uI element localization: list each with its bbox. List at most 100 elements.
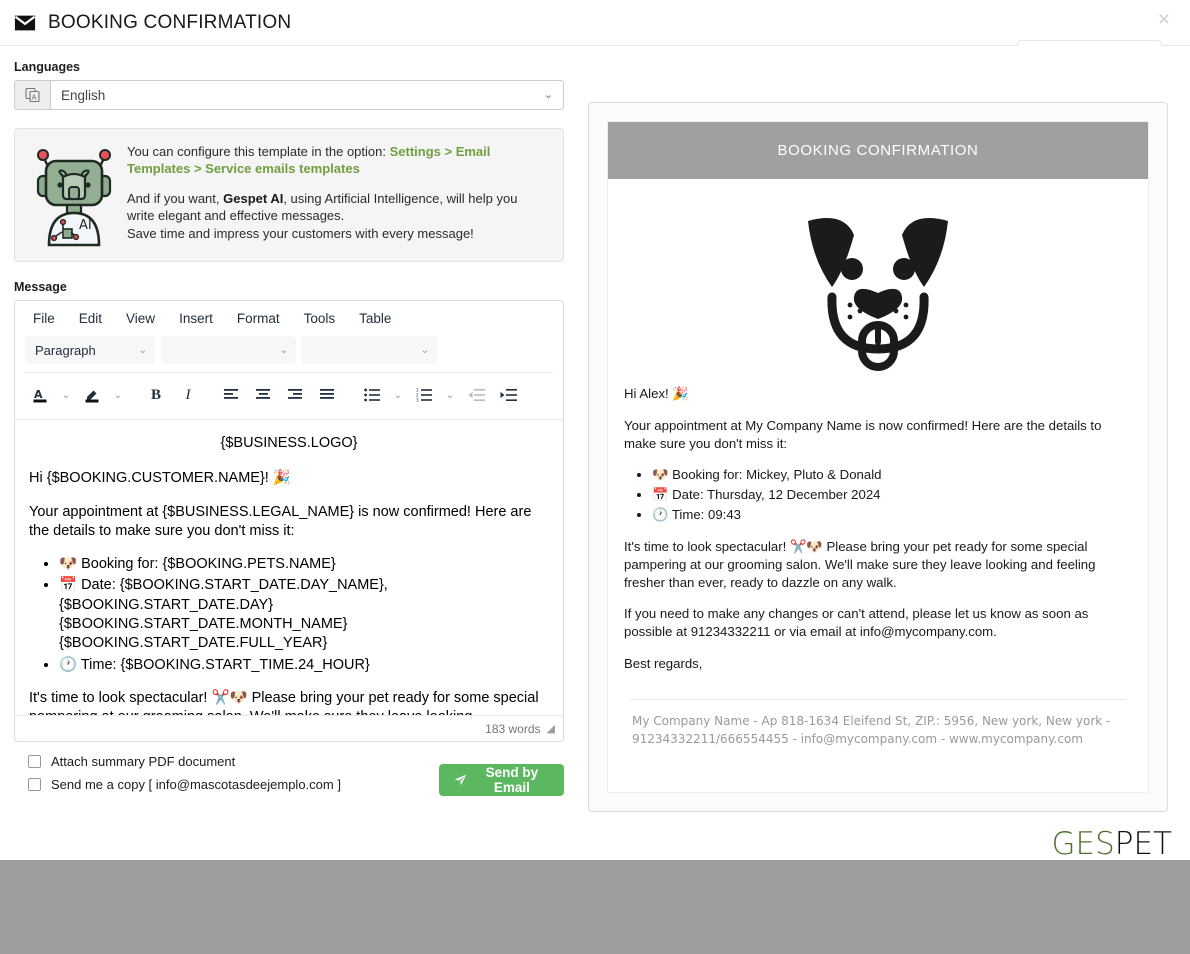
list-item: 📅 Date: {$BOOKING.START_DATE.DAY_NAME}, …: [59, 576, 549, 653]
message-label: Message: [14, 280, 67, 294]
info-ai-prefix: And if you want,: [127, 191, 224, 207]
translate-icon: A: [14, 80, 50, 110]
editor-logo-placeholder: {$BUSINESS.LOGO}: [220, 435, 358, 451]
preview-body: Hi Alex! 🎉 Your appointment at My Compan…: [608, 381, 1148, 749]
dog-face-logo-icon: [608, 179, 1148, 381]
highlight-color-icon[interactable]: [77, 381, 107, 409]
send-copy-label: Send me a copy [ info@mascotasdeejemplo.…: [51, 777, 341, 792]
info-savetime-line: Save time and impress your customers wit…: [127, 225, 474, 241]
preview-greeting: Hi Alex! 🎉: [624, 386, 689, 401]
info-config-prefix: You can configure this template in the o…: [127, 144, 390, 159]
svg-text:3: 3: [416, 397, 419, 402]
font-size-select[interactable]: ⌄: [302, 336, 437, 364]
list-item: 🐶 Booking for: Mickey, Pluto & Donald: [652, 466, 1132, 484]
modal-header: BOOKING CONFIRMATION ×: [0, 0, 1190, 46]
close-icon[interactable]: ×: [1152, 8, 1176, 31]
languages-label: Languages: [14, 60, 80, 74]
menu-tools[interactable]: Tools: [296, 309, 344, 328]
align-right-icon[interactable]: [281, 381, 311, 409]
editor-intro: Your appointment at {$BUSINESS.LEGAL_NAM…: [29, 503, 532, 539]
send-by-email-button[interactable]: Send by Email: [439, 764, 564, 796]
envelope-icon: [14, 15, 36, 30]
editor-paragraph: It's time to look spectacular! ✂️🐶 Pleas…: [29, 689, 539, 715]
attach-pdf-checkbox[interactable]: [28, 755, 41, 768]
preview-banner-title: BOOKING CONFIRMATION: [777, 142, 979, 159]
menu-file[interactable]: File: [25, 309, 63, 328]
form-column: Languages A English ⌄ AI You can configu…: [0, 46, 578, 812]
svg-text:A: A: [34, 388, 43, 401]
preview-footer: My Company Name - Ap 818-1634 Eleifend S…: [632, 713, 1111, 747]
highlight-color-chevron-icon[interactable]: ⌄: [109, 381, 127, 409]
rich-text-editor: File Edit View Insert Format Tools Table…: [14, 300, 564, 742]
editor-bullet-list: 🐶 Booking for: {$BOOKING.PETS.NAME} 📅 Da…: [29, 555, 549, 675]
gespet-logo-part2: PET: [1114, 826, 1172, 862]
language-select[interactable]: English ⌄: [50, 80, 564, 110]
menu-view[interactable]: View: [118, 309, 163, 328]
attach-pdf-label: Attach summary PDF document: [51, 754, 236, 769]
info-config-line: You can configure this template in the o…: [127, 143, 547, 177]
language-select-group[interactable]: A English ⌄: [14, 80, 564, 110]
chevron-down-icon: ⌄: [420, 344, 429, 356]
editor-greeting: Hi {$BOOKING.CUSTOMER.NAME}! 🎉: [29, 470, 291, 487]
preview-divider: [630, 698, 1126, 700]
ai-robot-icon: AI: [31, 143, 117, 247]
preview-paragraph-2: If you need to make any changes or can't…: [624, 606, 1089, 640]
email-preview-inner: BOOKING CONFIRMATION Hi Alex! 🎉 Your app…: [607, 121, 1149, 793]
align-justify-icon[interactable]: [313, 381, 343, 409]
paper-plane-icon: [454, 774, 467, 786]
preview-signoff: Best regards,: [624, 655, 703, 671]
svg-text:A: A: [31, 93, 36, 101]
info-ai-line: And if you want, Gespet AI, using Artifi…: [127, 190, 547, 241]
preview-paragraph-1: It's time to look spectacular! ✂️🐶 Pleas…: [624, 538, 1096, 590]
outdent-icon[interactable]: [461, 381, 491, 409]
italic-icon[interactable]: I: [173, 381, 203, 409]
editor-statusbar: 183 words ◢: [15, 715, 563, 741]
gespet-logo: GESPET: [1051, 826, 1172, 862]
align-left-icon[interactable]: [217, 381, 247, 409]
page-title: BOOKING CONFIRMATION: [48, 11, 292, 33]
editor-toolbar-selects: Paragraph ⌄ ⌄ ⌄: [15, 334, 563, 372]
preview-bullet-list: 🐶 Booking for: Mickey, Pluto & Donald 📅 …: [624, 466, 1132, 523]
editor-toolbar-buttons: A ⌄ ⌄ B I ⌄ 1 2 3 ⌄: [15, 373, 563, 419]
preview-banner: BOOKING CONFIRMATION: [608, 122, 1148, 179]
chevron-down-icon: ⌄: [279, 344, 288, 356]
font-family-select[interactable]: ⌄: [161, 336, 296, 364]
ai-info-card: AI You can configure this template in th…: [14, 128, 564, 262]
indent-icon[interactable]: [493, 381, 523, 409]
word-count: 183 words: [485, 721, 541, 736]
text-color-chevron-icon[interactable]: ⌄: [57, 381, 75, 409]
language-selected-value: English: [61, 87, 106, 103]
ai-info-text: You can configure this template in the o…: [117, 143, 547, 247]
block-format-value: Paragraph: [35, 342, 96, 358]
menu-table[interactable]: Table: [351, 309, 399, 328]
bullet-list-chevron-icon[interactable]: ⌄: [389, 381, 407, 409]
block-format-select[interactable]: Paragraph ⌄: [25, 336, 155, 364]
preview-intro: Your appointment at My Company Name is n…: [624, 417, 1102, 451]
menu-format[interactable]: Format: [229, 309, 288, 328]
list-item: 🕐 Time: 09:43: [652, 506, 1132, 524]
numbered-list-icon[interactable]: 123: [409, 381, 439, 409]
align-center-icon[interactable]: [249, 381, 279, 409]
editor-menubar: File Edit View Insert Format Tools Table: [15, 301, 563, 334]
list-item: 🕐 Time: {$BOOKING.START_TIME.24_HOUR}: [59, 656, 549, 675]
chevron-down-icon: ⌄: [138, 344, 147, 356]
modal-body: Languages A English ⌄ AI You can configu…: [0, 46, 1190, 812]
bullet-list-icon[interactable]: [357, 381, 387, 409]
menu-edit[interactable]: Edit: [71, 309, 110, 328]
menu-insert[interactable]: Insert: [171, 309, 221, 328]
svg-text:AI: AI: [79, 218, 92, 233]
resize-grip-icon[interactable]: ◢: [547, 722, 555, 735]
text-color-icon[interactable]: A: [25, 381, 55, 409]
options-row: Attach summary PDF document Send me a co…: [14, 742, 564, 796]
page-backdrop-strip: [0, 860, 1190, 954]
gespet-logo-part1: GES: [1051, 826, 1115, 862]
numbered-list-chevron-icon[interactable]: ⌄: [441, 381, 459, 409]
header-tab-stub: [1017, 40, 1162, 46]
chevron-down-icon: ⌄: [543, 88, 553, 101]
bold-icon[interactable]: B: [141, 381, 171, 409]
list-item: 📅 Date: Thursday, 12 December 2024: [652, 486, 1132, 504]
send-copy-checkbox[interactable]: [28, 778, 41, 791]
send-by-email-label: Send by Email: [485, 765, 539, 795]
list-item: 🐶 Booking for: {$BOOKING.PETS.NAME}: [59, 555, 549, 574]
editor-content[interactable]: {$BUSINESS.LOGO} Hi {$BOOKING.CUSTOMER.N…: [15, 419, 563, 715]
